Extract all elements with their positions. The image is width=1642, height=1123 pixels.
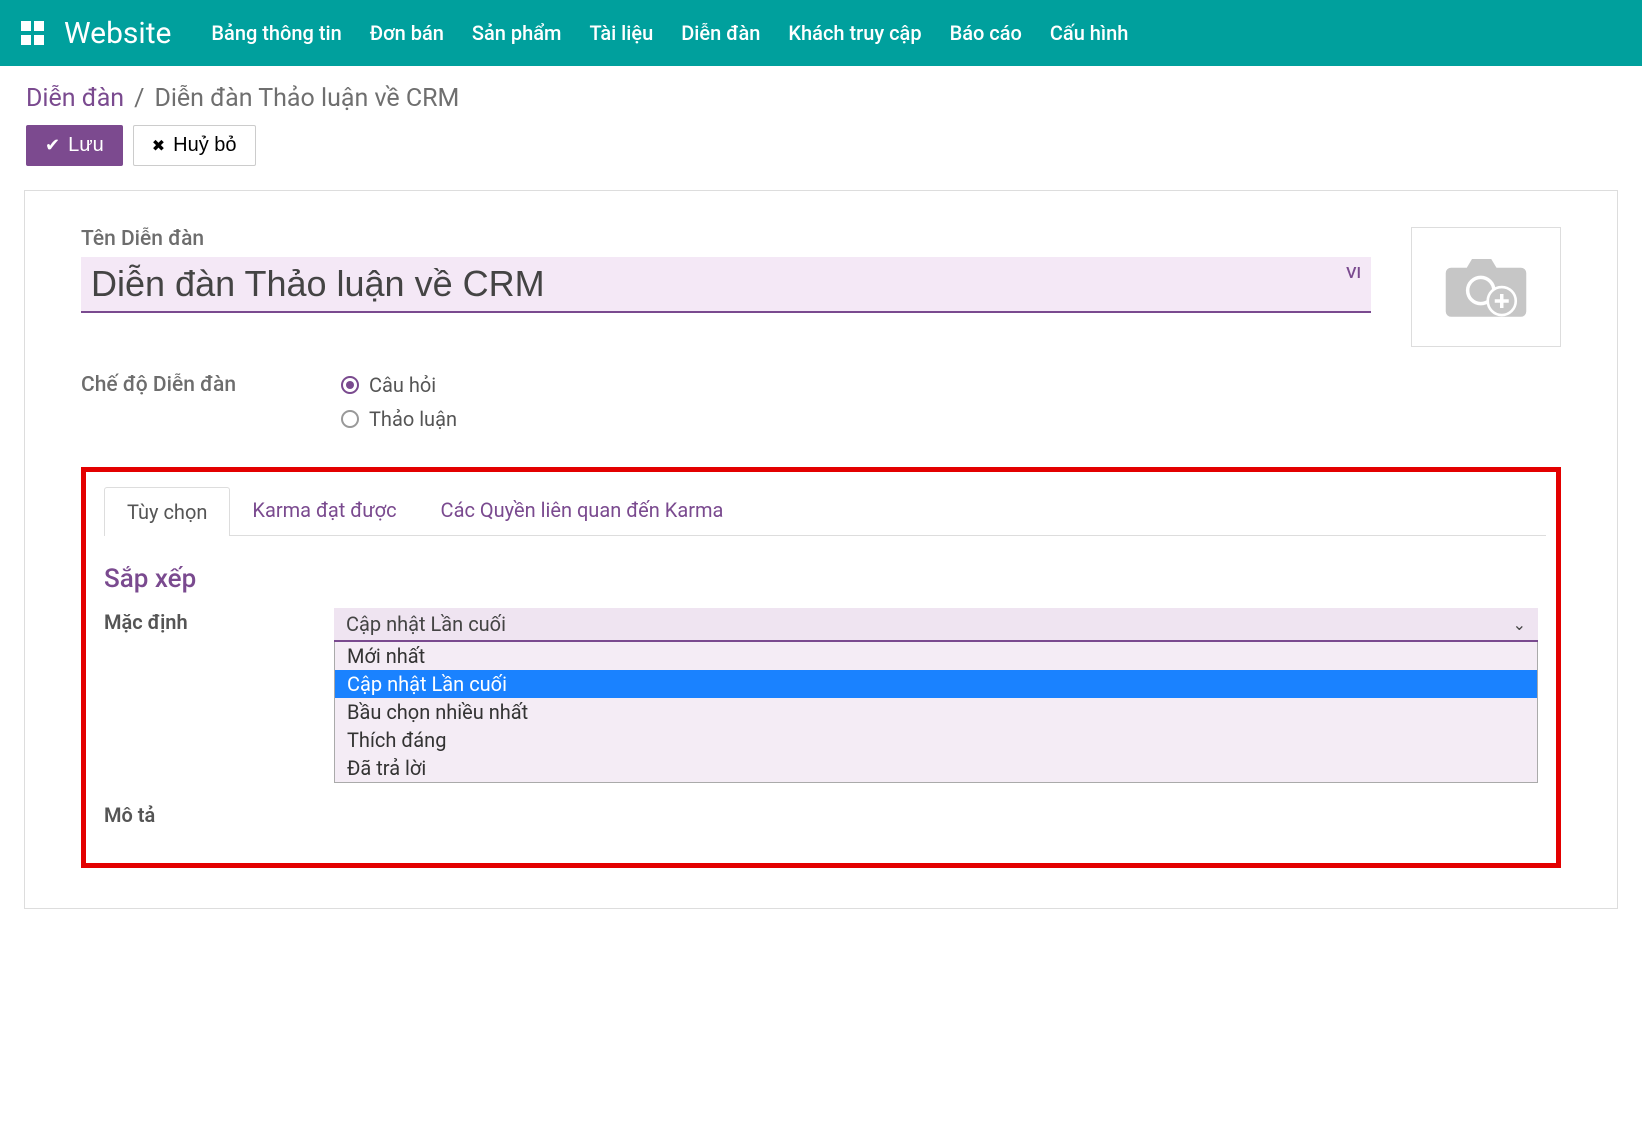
nav-item-forum[interactable]: Diễn đàn (681, 21, 760, 45)
nav-item-reports[interactable]: Báo cáo (950, 21, 1022, 45)
form-sheet: Tên Diễn đàn VI Chế độ Diễn đàn Câu hỏi (24, 190, 1618, 909)
save-button-label: Lưu (68, 134, 104, 157)
dropdown-item[interactable]: Cập nhật Lần cuối (335, 670, 1537, 698)
image-upload-box[interactable] (1411, 227, 1561, 347)
mode-radio-label: Câu hỏi (369, 373, 436, 397)
top-navbar: Website Bảng thông tin Đơn bán Sản phẩm … (0, 0, 1642, 66)
nav-item-config[interactable]: Cấu hình (1050, 21, 1129, 45)
save-button[interactable]: Lưu (26, 125, 123, 166)
discard-button[interactable]: Huỷ bỏ (133, 125, 256, 166)
nav-item-orders[interactable]: Đơn bán (370, 21, 444, 45)
default-sort-label: Mặc định (104, 608, 304, 634)
tab-options[interactable]: Tùy chọn (104, 487, 230, 536)
highlight-annotation: Tùy chọn Karma đạt được Các Quyền liên q… (81, 467, 1561, 868)
dropdown-item[interactable]: Đã trả lời (335, 754, 1537, 782)
tab-karma-rights[interactable]: Các Quyền liên quan đến Karma (419, 486, 746, 535)
section-title-sort: Sắp xếp (104, 564, 1538, 594)
tab-bar: Tùy chọn Karma đạt được Các Quyền liên q… (104, 486, 1546, 536)
brand-title[interactable]: Website (64, 16, 171, 51)
mode-radio-label: Thảo luận (369, 407, 457, 431)
close-icon (152, 134, 165, 157)
dropdown-item[interactable]: Thích đáng (335, 726, 1537, 754)
action-bar: Lưu Huỷ bỏ (0, 125, 1642, 186)
nav-item-visitors[interactable]: Khách truy cập (788, 21, 921, 45)
default-sort-select[interactable]: Cập nhật Lần cuối ⌄ (334, 608, 1538, 642)
nav-items: Bảng thông tin Đơn bán Sản phẩm Tài liệu… (211, 21, 1634, 45)
tab-karma-gains[interactable]: Karma đạt được (230, 486, 418, 535)
forum-mode-label: Chế độ Diễn đàn (81, 373, 281, 397)
breadcrumb-root[interactable]: Diễn đàn (26, 84, 124, 113)
forum-name-label: Tên Diễn đàn (81, 227, 1371, 251)
dropdown-item[interactable]: Mới nhất (335, 642, 1537, 670)
nav-item-docs[interactable]: Tài liệu (589, 21, 653, 45)
lang-badge[interactable]: VI (1346, 263, 1361, 282)
default-sort-dropdown: Mới nhất Cập nhật Lần cuối Bầu chọn nhiề… (334, 642, 1538, 783)
mode-radio-discussion[interactable]: Thảo luận (341, 407, 457, 431)
chevron-down-icon: ⌄ (1513, 615, 1526, 634)
breadcrumb-sep: / (134, 84, 144, 113)
camera-plus-icon (1441, 252, 1531, 322)
radio-icon (341, 376, 359, 394)
default-sort-value: Cập nhật Lần cuối (346, 612, 506, 636)
breadcrumb: Diễn đàn / Diễn đàn Thảo luận về CRM (0, 66, 1642, 125)
dropdown-item[interactable]: Bầu chọn nhiều nhất (335, 698, 1537, 726)
mode-radio-question[interactable]: Câu hỏi (341, 373, 457, 397)
description-label: Mô tả (104, 801, 304, 827)
breadcrumb-current: Diễn đàn Thảo luận về CRM (154, 84, 459, 113)
forum-name-input[interactable] (91, 263, 1361, 305)
forum-name-input-wrap: VI (81, 257, 1371, 313)
nav-item-dashboard[interactable]: Bảng thông tin (211, 21, 341, 45)
nav-item-products[interactable]: Sản phẩm (472, 21, 562, 45)
discard-button-label: Huỷ bỏ (173, 134, 236, 157)
apps-icon[interactable] (18, 18, 48, 48)
radio-icon (341, 410, 359, 428)
check-icon (45, 134, 60, 157)
